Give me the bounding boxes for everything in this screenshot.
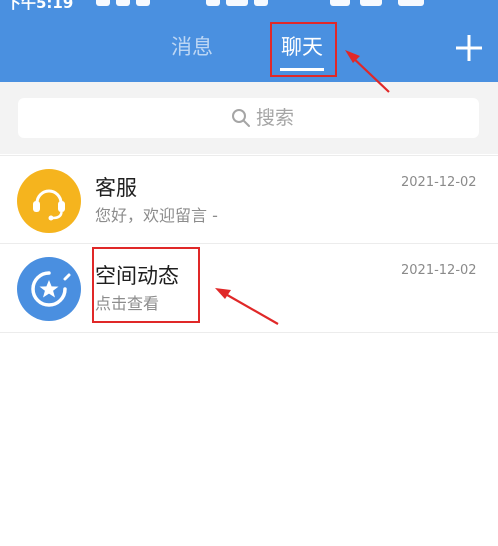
wechat-status-icon	[96, 0, 110, 6]
search-placeholder: 搜索	[256, 107, 295, 129]
conversation-time: 2021-12-02	[401, 263, 477, 278]
conversation-preview: 您好，欢迎留言 -	[95, 206, 218, 225]
conversation-time: 2021-12-02	[401, 175, 477, 190]
headset-icon	[17, 169, 81, 233]
avatar	[17, 169, 81, 233]
avatar	[17, 257, 81, 321]
search-bar-area: 搜索	[0, 82, 498, 154]
conversation-item-space-updates[interactable]: 空间动态 点击查看 2021-12-02	[0, 244, 498, 332]
hd-icon	[226, 0, 248, 6]
tab-messages[interactable]: 消息	[171, 33, 213, 61]
annotation-box-chat-tab	[270, 22, 337, 77]
app-status-icon	[136, 0, 150, 6]
wifi-icon	[360, 0, 382, 6]
battery-icon	[398, 0, 424, 6]
add-button[interactable]	[454, 33, 484, 63]
alarm-icon	[254, 0, 268, 6]
divider	[0, 332, 498, 333]
star-ring-icon	[17, 257, 81, 321]
app-header: 下午5:19 消息 聊天	[0, 0, 498, 82]
app-status-icon	[116, 0, 130, 6]
search-icon	[232, 109, 250, 127]
bluetooth-icon	[206, 0, 220, 6]
status-time: 下午5:19	[6, 0, 74, 10]
signal-icon	[330, 0, 350, 6]
annotation-box-space-updates	[92, 247, 200, 323]
status-bar: 下午5:19	[0, 0, 498, 10]
conversation-name: 客服	[95, 176, 137, 200]
conversation-item-customer-service[interactable]: 客服 您好，欢迎留言 - 2021-12-02	[0, 156, 498, 244]
search-input[interactable]: 搜索	[18, 98, 479, 138]
plus-icon	[456, 35, 482, 61]
app-root: 下午5:19 消息 聊天 搜索 客服 您好，欢迎留言 - 2021-12-02 …	[0, 0, 498, 546]
